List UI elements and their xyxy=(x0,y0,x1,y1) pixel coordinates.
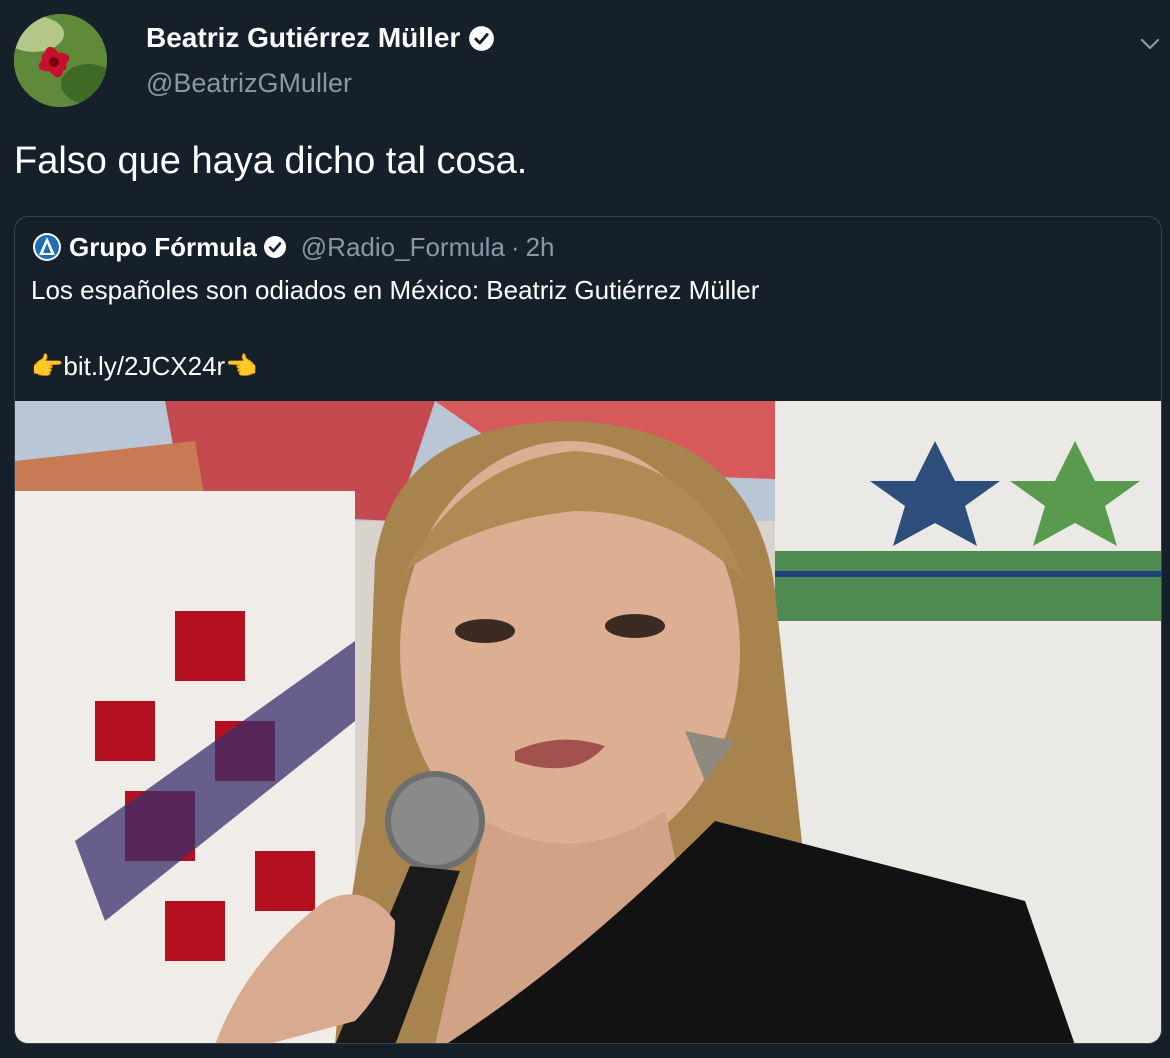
quoted-tweet-header: Grupo Fórmula @Radio_Formula · 2h xyxy=(31,231,555,263)
quoted-tweet-card[interactable]: Grupo Fórmula @Radio_Formula · 2h Los es… xyxy=(14,216,1162,1044)
quoted-tweet-photo[interactable] xyxy=(15,401,1161,1043)
chevron-down-icon[interactable] xyxy=(1138,34,1162,54)
grupo-formula-logo-icon xyxy=(33,233,61,261)
author-avatar[interactable] xyxy=(14,14,107,107)
author-name-row[interactable]: Beatriz Gutiérrez Müller xyxy=(146,22,495,54)
pointing-left-icon: 👈 xyxy=(225,351,258,381)
tweet-text: Falso que haya dicho tal cosa. xyxy=(14,140,528,182)
verified-badge-icon xyxy=(263,236,286,258)
author-name[interactable]: Beatriz Gutiérrez Müller xyxy=(146,22,460,54)
author-handle[interactable]: @BeatrizGMuller xyxy=(146,68,352,99)
header-separator: · xyxy=(510,231,520,262)
quoted-author-handle: @Radio_Formula xyxy=(300,231,505,262)
verified-badge-icon xyxy=(469,25,495,51)
quoted-tweet-link[interactable]: bit.ly/2JCX24r xyxy=(63,351,225,382)
quoted-tweet-text: Los españoles son odiados en México: Bea… xyxy=(31,275,760,305)
quoted-author-name: Grupo Fórmula xyxy=(69,231,257,262)
pointing-right-icon: 👉 xyxy=(31,351,64,381)
quoted-tweet-link-row: 👉 bit.ly/2JCX24r 👈 xyxy=(31,351,258,382)
quoted-timestamp: 2h xyxy=(525,231,555,262)
